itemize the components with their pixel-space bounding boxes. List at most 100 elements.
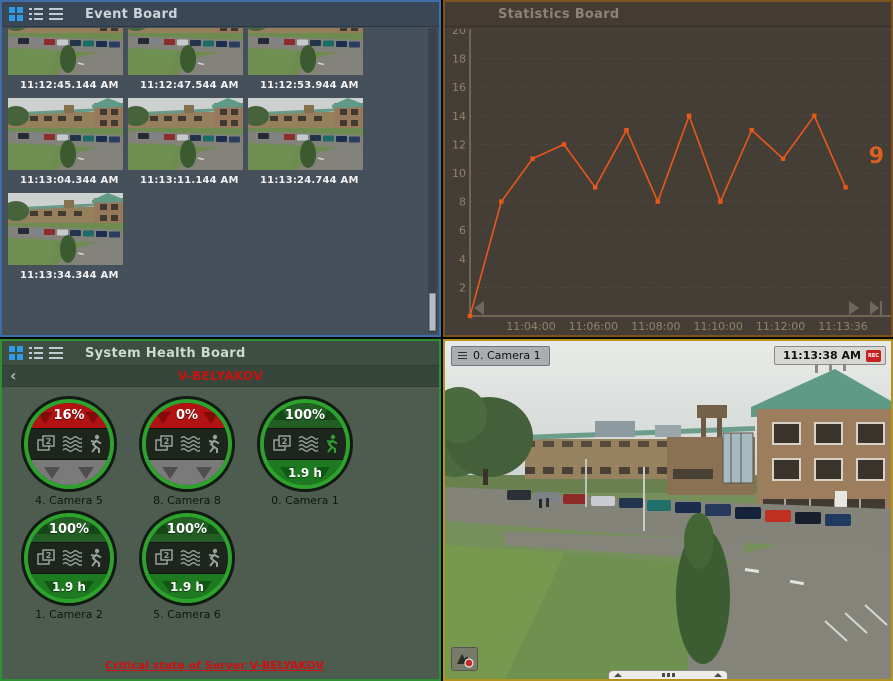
event-thumbnail[interactable] bbox=[248, 28, 363, 75]
critical-state-alert: Critical state of Server V-BELYAKOV bbox=[2, 659, 427, 672]
frames-icon: 2 bbox=[154, 434, 175, 454]
gauge-camera-label: 8. Camera 8 bbox=[128, 494, 246, 507]
chart-current-value-label: 9 bbox=[869, 144, 884, 169]
health-percent-label: 0% bbox=[176, 408, 198, 423]
line-list-view-icon[interactable] bbox=[49, 347, 63, 359]
handle-grip-icon bbox=[662, 673, 675, 677]
event-thumbnail[interactable] bbox=[128, 28, 243, 75]
system-health-panel: System Health Board ‹ V-BELYAKOV 16% 2 bbox=[0, 339, 441, 681]
stream-waves-icon bbox=[298, 434, 318, 454]
svg-text:11:04:00: 11:04:00 bbox=[506, 320, 555, 333]
health-percent-label: 100% bbox=[49, 522, 89, 537]
system-health-title: System Health Board bbox=[85, 346, 246, 361]
camera-video-frame[interactable] bbox=[445, 341, 891, 679]
back-chevron-icon[interactable]: ‹ bbox=[10, 366, 17, 386]
server-name: V-BELYAKOV bbox=[2, 369, 439, 383]
camera-time-chip: 11:13:38 AM REC bbox=[774, 346, 886, 365]
event-item[interactable]: 11:13:24.744 AM bbox=[248, 98, 363, 190]
bullet-list-view-icon[interactable] bbox=[29, 8, 43, 20]
svg-text:2: 2 bbox=[45, 551, 51, 560]
surveillance-dashboard: Event Board bbox=[0, 0, 893, 681]
stream-waves-icon bbox=[62, 548, 82, 568]
record-hours-label: 1.9 h bbox=[170, 580, 204, 594]
svg-text:11:06:00: 11:06:00 bbox=[569, 320, 618, 333]
event-item[interactable]: 11:13:11.144 AM bbox=[128, 98, 243, 190]
statistics-board-panel: Statistics Board 246810121416182011:04:0… bbox=[443, 0, 893, 337]
motion-detector-icon bbox=[323, 434, 339, 454]
gauge-camera-label: 5. Camera 6 bbox=[128, 608, 246, 621]
chart-step-forward-button[interactable] bbox=[849, 301, 859, 315]
record-hours-label: 1.9 h bbox=[288, 466, 322, 480]
record-hours-label: 1.9 h bbox=[52, 580, 86, 594]
event-thumbnail[interactable] bbox=[8, 28, 123, 75]
svg-text:2: 2 bbox=[281, 437, 287, 446]
event-timestamp: 11:12:53.944 AM bbox=[248, 75, 363, 95]
timeline-collapse-handle[interactable] bbox=[608, 670, 728, 679]
stream-waves-icon bbox=[62, 434, 82, 454]
event-timestamp: 11:13:34.344 AM bbox=[8, 265, 123, 285]
camera-health-gauge[interactable]: 0% 2 bbox=[128, 399, 246, 507]
tile-view-icon[interactable] bbox=[9, 7, 23, 21]
event-scrollbar-thumb[interactable] bbox=[429, 293, 436, 331]
chart-jump-to-end-button[interactable] bbox=[870, 301, 879, 315]
gauge-camera-label: 0. Camera 1 bbox=[246, 494, 364, 507]
motion-detector-icon bbox=[205, 548, 221, 568]
event-thumbnail[interactable] bbox=[8, 98, 123, 170]
tile-view-icon[interactable] bbox=[9, 346, 23, 360]
event-thumbnail[interactable] bbox=[128, 98, 243, 170]
camera-name-chip[interactable]: 0. Camera 1 bbox=[451, 346, 550, 366]
svg-text:11:13:36: 11:13:36 bbox=[818, 320, 867, 333]
gauge-area: 16% 2 bbox=[2, 387, 422, 627]
motion-detector-icon bbox=[205, 434, 221, 454]
svg-text:20: 20 bbox=[452, 29, 466, 37]
event-item[interactable]: 11:12:53.944 AM bbox=[248, 28, 363, 95]
motion-detector-icon bbox=[87, 434, 103, 454]
svg-text:2: 2 bbox=[45, 437, 51, 446]
event-grid: 11:12:45.144 AM bbox=[2, 27, 372, 288]
frames-icon: 2 bbox=[36, 548, 57, 568]
camera-health-gauge[interactable]: 16% 2 bbox=[10, 399, 128, 507]
svg-text:2: 2 bbox=[459, 281, 466, 294]
event-board-panel: Event Board bbox=[0, 0, 441, 337]
system-health-header: System Health Board bbox=[2, 341, 439, 366]
svg-text:2: 2 bbox=[163, 437, 169, 446]
event-timestamp: 11:13:04.344 AM bbox=[8, 170, 123, 190]
bullet-list-view-icon[interactable] bbox=[29, 347, 43, 359]
svg-text:2: 2 bbox=[163, 551, 169, 560]
camera-health-gauge[interactable]: 100% 2 bbox=[128, 513, 246, 621]
stream-waves-icon bbox=[180, 548, 200, 568]
expand-up-icon bbox=[614, 673, 622, 677]
frames-icon: 2 bbox=[272, 434, 293, 454]
camera-health-gauge[interactable]: 100% 2 bbox=[246, 399, 364, 507]
snapshot-camera-icon bbox=[454, 650, 475, 668]
stream-waves-icon bbox=[180, 434, 200, 454]
camera-time-label: 11:13:38 AM bbox=[783, 349, 861, 362]
rec-indicator-badge: REC bbox=[866, 350, 881, 362]
event-timestamp: 11:13:24.744 AM bbox=[248, 170, 363, 190]
event-board-title: Event Board bbox=[85, 7, 178, 22]
svg-text:16: 16 bbox=[452, 81, 466, 94]
statistics-board-header: Statistics Board bbox=[445, 2, 891, 27]
snapshot-button[interactable] bbox=[451, 647, 478, 671]
server-bar: ‹ V-BELYAKOV bbox=[2, 366, 439, 387]
event-item[interactable]: 11:13:04.344 AM bbox=[8, 98, 123, 190]
event-item[interactable]: 11:12:47.544 AM bbox=[128, 28, 243, 95]
svg-text:10: 10 bbox=[452, 167, 466, 180]
chart-step-back-button[interactable] bbox=[474, 301, 484, 315]
svg-text:6: 6 bbox=[459, 224, 466, 237]
svg-text:11:08:00: 11:08:00 bbox=[631, 320, 680, 333]
svg-text:8: 8 bbox=[459, 196, 466, 209]
event-scrollbar-track[interactable] bbox=[428, 28, 437, 333]
event-timestamp: 11:13:11.144 AM bbox=[128, 170, 243, 190]
camera-health-gauge[interactable]: 100% 2 bbox=[10, 513, 128, 621]
gauge-camera-label: 4. Camera 5 bbox=[10, 494, 128, 507]
line-list-view-icon[interactable] bbox=[49, 8, 63, 20]
event-timestamp: 11:12:47.544 AM bbox=[128, 75, 243, 95]
event-thumbnail[interactable] bbox=[8, 193, 123, 265]
event-item[interactable]: 11:13:34.344 AM bbox=[8, 193, 123, 285]
frames-icon: 2 bbox=[36, 434, 57, 454]
stats-chart: 246810121416182011:04:0011:06:0011:08:00… bbox=[445, 29, 891, 337]
event-thumbnail[interactable] bbox=[248, 98, 363, 170]
event-timestamp: 11:12:45.144 AM bbox=[8, 75, 123, 95]
event-item[interactable]: 11:12:45.144 AM bbox=[8, 28, 123, 95]
